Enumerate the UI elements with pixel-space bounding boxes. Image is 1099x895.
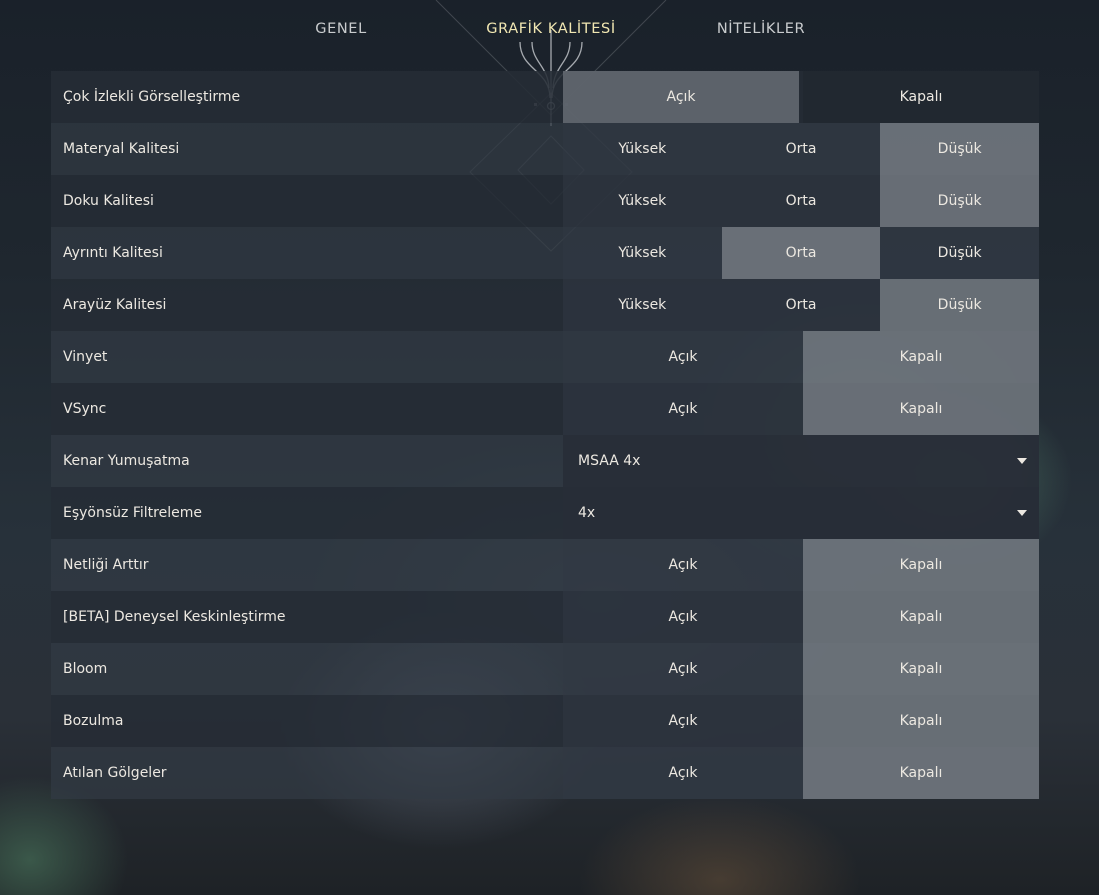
setting-row-anti-aliasing: Kenar Yumuşatma MSAA 4x <box>51 435 1039 487</box>
toggle-group: Açık Kapalı <box>563 695 1039 747</box>
tab-attributes[interactable]: NİTELİKLER <box>717 21 805 37</box>
caret-down-icon <box>1017 458 1027 464</box>
option-group: Yüksek Orta Düşük <box>563 279 1039 331</box>
setting-label: Vinyet <box>63 349 108 365</box>
toggle-group: Açık Kapalı <box>563 331 1039 383</box>
option-off[interactable]: Kapalı <box>803 643 1039 695</box>
option-off[interactable]: Kapalı <box>803 747 1039 799</box>
setting-label: Arayüz Kalitesi <box>63 297 167 313</box>
setting-row-distortion: Bozulma Açık Kapalı <box>51 695 1039 747</box>
tab-general[interactable]: GENEL <box>315 21 366 37</box>
setting-row-experimental-sharpening: [BETA] Deneysel Keskinleştirme Açık Kapa… <box>51 591 1039 643</box>
setting-label: Bozulma <box>63 713 124 729</box>
anisotropic-filtering-dropdown[interactable]: 4x <box>563 487 1039 539</box>
option-on[interactable]: Açık <box>563 643 803 695</box>
option-on[interactable]: Açık <box>563 747 803 799</box>
option-off[interactable]: Kapalı <box>803 71 1039 123</box>
setting-row-vsync: VSync Açık Kapalı <box>51 383 1039 435</box>
option-on[interactable]: Açık <box>563 539 803 591</box>
setting-label: Bloom <box>63 661 108 677</box>
setting-row-material-quality: Materyal Kalitesi Yüksek Orta Düşük <box>51 123 1039 175</box>
option-group: Yüksek Orta Düşük <box>563 123 1039 175</box>
option-off[interactable]: Kapalı <box>803 331 1039 383</box>
option-medium[interactable]: Orta <box>721 123 881 175</box>
graphics-settings-list: Çok İzlekli Görselleştirme Açık Kapalı M… <box>51 71 1039 799</box>
option-off[interactable]: Kapalı <box>803 383 1039 435</box>
settings-tabs: GENEL GRAFİK KALİTESİ NİTELİKLER <box>0 0 1099 62</box>
setting-label: Atılan Gölgeler <box>63 765 167 781</box>
option-group: Yüksek Orta Düşük <box>563 227 1039 279</box>
option-high[interactable]: Yüksek <box>563 227 722 279</box>
option-high[interactable]: Yüksek <box>563 279 722 331</box>
setting-row-detail-quality: Ayrıntı Kalitesi Yüksek Orta Düşük <box>51 227 1039 279</box>
setting-label: Doku Kalitesi <box>63 193 154 209</box>
option-medium[interactable]: Orta <box>721 227 881 279</box>
option-off[interactable]: Kapalı <box>803 695 1039 747</box>
setting-label: Çok İzlekli Görselleştirme <box>63 89 241 105</box>
option-medium[interactable]: Orta <box>721 279 881 331</box>
anti-aliasing-dropdown[interactable]: MSAA 4x <box>563 435 1039 487</box>
setting-label: Netliği Arttır <box>63 557 149 573</box>
dropdown-value: 4x <box>578 505 596 521</box>
option-low[interactable]: Düşük <box>880 123 1039 175</box>
toggle-group: Açık Kapalı <box>563 539 1039 591</box>
option-low[interactable]: Düşük <box>880 279 1039 331</box>
tab-graphics-quality[interactable]: GRAFİK KALİTESİ <box>486 21 615 37</box>
option-group: Yüksek Orta Düşük <box>563 175 1039 227</box>
setting-row-multithreaded-rendering: Çok İzlekli Görselleştirme Açık Kapalı <box>51 71 1039 123</box>
option-low[interactable]: Düşük <box>880 175 1039 227</box>
option-on[interactable]: Açık <box>563 71 799 123</box>
caret-down-icon <box>1017 510 1027 516</box>
option-high[interactable]: Yüksek <box>563 123 722 175</box>
setting-label: [BETA] Deneysel Keskinleştirme <box>63 609 286 625</box>
setting-row-texture-quality: Doku Kalitesi Yüksek Orta Düşük <box>51 175 1039 227</box>
option-off[interactable]: Kapalı <box>803 591 1039 643</box>
toggle-group: Açık Kapalı <box>563 591 1039 643</box>
setting-row-improve-clarity: Netliği Arttır Açık Kapalı <box>51 539 1039 591</box>
setting-label: VSync <box>63 401 107 417</box>
option-high[interactable]: Yüksek <box>563 175 722 227</box>
dropdown-value: MSAA 4x <box>578 453 641 469</box>
setting-label: Eşyönsüz Filtreleme <box>63 505 202 521</box>
setting-label: Ayrıntı Kalitesi <box>63 245 163 261</box>
option-on[interactable]: Açık <box>563 591 803 643</box>
option-on[interactable]: Açık <box>563 331 803 383</box>
setting-label: Kenar Yumuşatma <box>63 453 190 469</box>
option-off[interactable]: Kapalı <box>803 539 1039 591</box>
option-on[interactable]: Açık <box>563 383 803 435</box>
setting-row-cast-shadows: Atılan Gölgeler Açık Kapalı <box>51 747 1039 799</box>
option-low[interactable]: Düşük <box>880 227 1039 279</box>
setting-row-anisotropic-filtering: Eşyönsüz Filtreleme 4x <box>51 487 1039 539</box>
toggle-group: Açık Kapalı <box>563 643 1039 695</box>
toggle-group: Açık Kapalı <box>563 383 1039 435</box>
toggle-group: Açık Kapalı <box>563 71 1039 123</box>
option-medium[interactable]: Orta <box>721 175 881 227</box>
setting-label: Materyal Kalitesi <box>63 141 180 157</box>
setting-row-ui-quality: Arayüz Kalitesi Yüksek Orta Düşük <box>51 279 1039 331</box>
toggle-group: Açık Kapalı <box>563 747 1039 799</box>
setting-row-vignette: Vinyet Açık Kapalı <box>51 331 1039 383</box>
option-on[interactable]: Açık <box>563 695 803 747</box>
setting-row-bloom: Bloom Açık Kapalı <box>51 643 1039 695</box>
